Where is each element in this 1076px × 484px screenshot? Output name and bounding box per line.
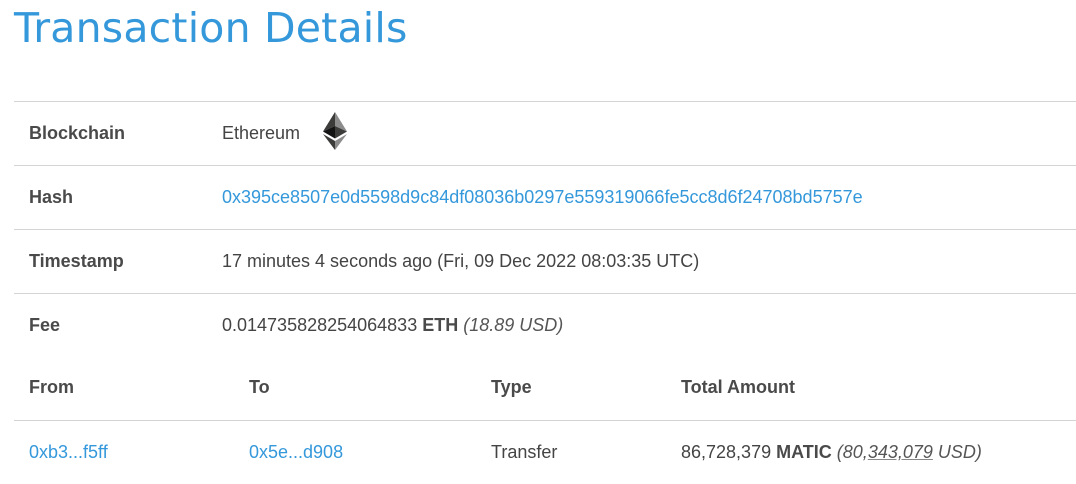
blockchain-label: Blockchain [29, 123, 126, 143]
from-header: From [29, 377, 74, 397]
transfer-type: Transfer [491, 442, 558, 462]
table-row: 0xb3...f5ff 0x5e...d908 Transfer 86,728,… [0, 420, 1076, 484]
hash-link[interactable]: 0x395ce8507e0d5598d9c84df08036b0297e5593… [222, 165, 863, 229]
fee-usd: (18.89 USD) [463, 315, 564, 335]
transfers-header-row: From To Type Total Amount [0, 355, 1076, 419]
detail-row-hash: Hash 0x395ce8507e0d5598d9c84df08036b0297… [0, 165, 1076, 229]
fee-amount: 0.014735828254064833 [222, 315, 418, 335]
fee-label: Fee [29, 315, 61, 335]
blockchain-value: Ethereum [222, 123, 301, 143]
fee-unit: ETH [422, 315, 459, 335]
to-header: To [249, 377, 270, 397]
total-amount-value: 86,728,379 MATIC (80,343,079 USD) [681, 420, 982, 484]
from-address-link[interactable]: 0xb3...f5ff [29, 420, 108, 484]
detail-row-fee: Fee 0.014735828254064833 ETH (18.89 USD) [0, 293, 1076, 357]
timestamp-label: Timestamp [29, 251, 124, 271]
amount-usd-underlined: 343,079 [867, 442, 933, 462]
amount-unit: MATIC [776, 442, 832, 462]
detail-row-timestamp: Timestamp 17 minutes 4 seconds ago (Fri,… [0, 229, 1076, 293]
to-address-link[interactable]: 0x5e...d908 [249, 420, 343, 484]
hash-label: Hash [29, 187, 74, 207]
total-amount-header: Total Amount [681, 377, 795, 397]
detail-row-blockchain: Blockchain Ethereum [0, 101, 1076, 165]
blockchain-value-container: Ethereum [222, 101, 348, 165]
amount-number: 86,728,379 [681, 442, 772, 462]
fee-value: 0.014735828254064833 ETH (18.89 USD) [222, 293, 563, 357]
amount-usd-suffix: USD) [932, 442, 982, 462]
type-header: Type [491, 377, 532, 397]
page-title: Transaction Details [14, 4, 408, 52]
ethereum-icon [323, 112, 348, 151]
timestamp-value: 17 minutes 4 seconds ago (Fri, 09 Dec 20… [222, 251, 700, 271]
amount-usd-prefix: (80, [836, 442, 868, 462]
amount-usd: (80,343,079 USD) [837, 442, 982, 462]
